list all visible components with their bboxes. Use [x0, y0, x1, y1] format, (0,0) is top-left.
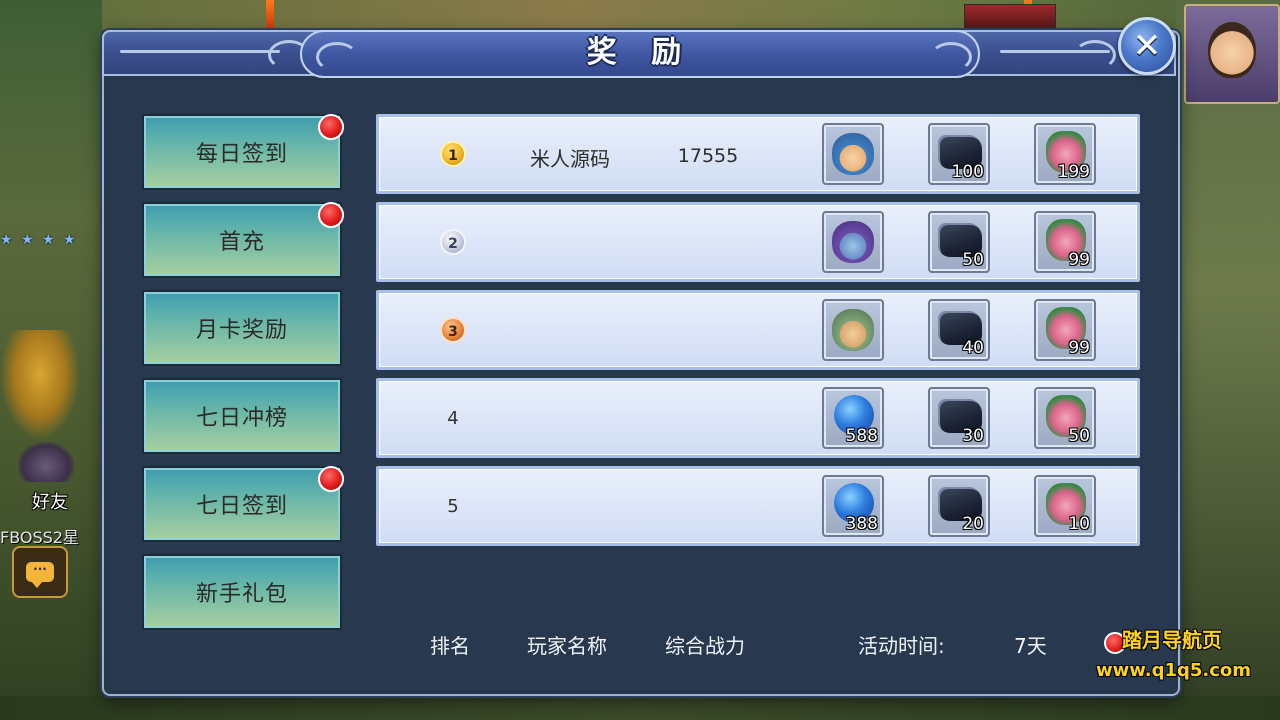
item-count: 20	[962, 514, 984, 534]
close-button[interactable]: ✕	[1118, 17, 1176, 75]
event-time-label: 活动时间:	[858, 634, 945, 658]
reward-item[interactable]: 10	[1034, 475, 1096, 537]
tab-newbie-pack[interactable]: 新手礼包	[142, 554, 342, 630]
reward-item[interactable]: 388	[822, 475, 884, 537]
player-name: 米人源码	[530, 147, 610, 171]
chat-button[interactable]: ···	[12, 546, 68, 598]
reward-item[interactable]: 99	[1034, 211, 1096, 273]
tab-label: 月卡奖励	[195, 318, 288, 343]
boss-label: FBOSS2星	[0, 528, 79, 547]
reward-item[interactable]: 50	[928, 211, 990, 273]
close-icon: ✕	[1132, 26, 1162, 66]
item-count: 588	[845, 426, 878, 446]
reward-item[interactable]: 20	[928, 475, 990, 537]
title-swirl-icon	[1074, 40, 1116, 70]
title-swirl-icon	[930, 42, 972, 72]
friend-label[interactable]: 好友	[32, 488, 68, 514]
tab-seven-day-ranking[interactable]: 七日冲榜	[142, 378, 342, 454]
item-count: 388	[845, 514, 878, 534]
tab-label: 新手礼包	[195, 582, 288, 607]
item-count: 40	[962, 338, 984, 358]
tab-monthly-card[interactable]: 月卡奖励	[142, 290, 342, 366]
ranking-row	[376, 466, 1140, 546]
watermark-url: www.q1q5.com	[1096, 660, 1252, 681]
item-count: 100	[951, 162, 984, 182]
event-time-value: 7天	[1014, 634, 1047, 658]
friend-icon[interactable]	[18, 442, 74, 482]
rank-number: 4	[447, 408, 459, 429]
title-swirl-icon	[316, 42, 358, 72]
tab-daily-signin[interactable]: 每日签到	[142, 114, 342, 190]
reward-item[interactable]	[822, 299, 884, 361]
game-scene-right	[1176, 0, 1280, 720]
silver-medal-icon: 2	[440, 229, 466, 255]
item-count: 30	[962, 426, 984, 446]
alert-dot-icon	[318, 466, 344, 492]
tab-label: 七日冲榜	[195, 406, 288, 431]
ranking-row	[376, 378, 1140, 458]
rank-column-header: 排名	[430, 634, 470, 658]
ranking-row	[376, 290, 1140, 370]
item-count: 199	[1057, 162, 1090, 182]
torch-icon	[266, 0, 274, 30]
tab-seven-day-signin[interactable]: 七日签到	[142, 466, 342, 542]
hero-portrait-icon	[832, 133, 874, 175]
star-rating-icon: ★ ★ ★ ★	[0, 232, 78, 248]
alert-dot-icon	[318, 202, 344, 228]
tab-label: 每日签到	[195, 142, 288, 167]
reward-item[interactable]	[822, 123, 884, 185]
game-character	[0, 330, 80, 440]
tab-label: 首充	[218, 230, 265, 255]
hero-portrait-icon	[832, 221, 874, 263]
reward-item[interactable]: 50	[1034, 387, 1096, 449]
reward-item[interactable]: 199	[1034, 123, 1096, 185]
item-count: 99	[1068, 338, 1090, 358]
avatar-face-icon	[1208, 22, 1256, 78]
player-column-header: 玩家名称	[527, 634, 607, 658]
title-ornament-line	[120, 50, 280, 53]
chat-icon: ···	[26, 562, 54, 588]
game-scene-bottom	[0, 696, 1280, 720]
rank-number: 5	[447, 496, 459, 517]
page-title: 奖 励	[586, 35, 694, 70]
hero-portrait-icon	[832, 309, 874, 351]
reward-item[interactable]: 30	[928, 387, 990, 449]
reward-item[interactable]: 99	[1034, 299, 1096, 361]
tab-first-recharge[interactable]: 首充	[142, 202, 342, 278]
reward-item[interactable]	[822, 211, 884, 273]
alert-dot-icon	[318, 114, 344, 140]
hp-bar	[964, 4, 1056, 28]
reward-item[interactable]: 588	[822, 387, 884, 449]
item-count: 50	[1068, 426, 1090, 446]
ranking-row	[376, 202, 1140, 282]
reward-item[interactable]: 40	[928, 299, 990, 361]
bronze-medal-icon: 3	[440, 317, 466, 343]
player-avatar[interactable]	[1184, 4, 1280, 104]
reward-item[interactable]: 100	[928, 123, 990, 185]
item-count: 10	[1068, 514, 1090, 534]
watermark-title: 踏月导航页	[1122, 628, 1222, 652]
power-column-header: 综合战力	[665, 634, 745, 658]
item-count: 99	[1068, 250, 1090, 270]
item-count: 50	[962, 250, 984, 270]
player-power: 17555	[677, 145, 739, 167]
tab-label: 七日签到	[195, 494, 288, 519]
gold-medal-icon: 1	[440, 141, 466, 167]
game-scene-top	[0, 0, 1280, 30]
